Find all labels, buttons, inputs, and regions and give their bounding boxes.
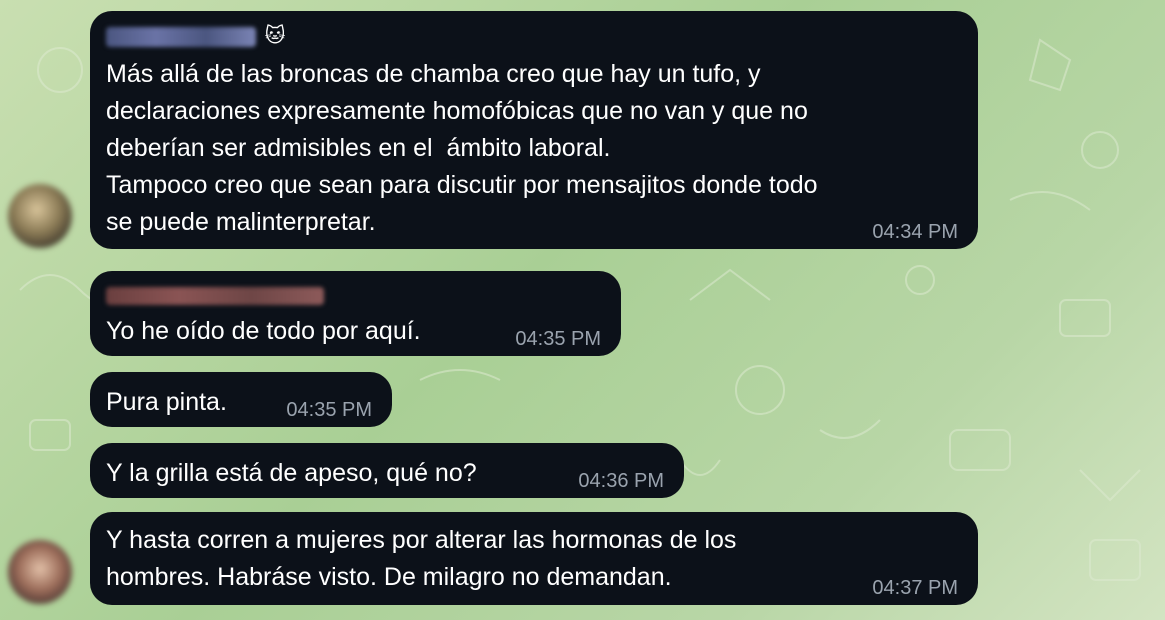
- sender-status-emoji: 🐱: [264, 25, 286, 47]
- sender-avatar[interactable]: [8, 540, 72, 604]
- message-text: Y hasta corren a mujeres por alterar las…: [106, 526, 737, 591]
- message-timestamp: 04:36 PM: [578, 470, 664, 492]
- message-bubble[interactable]: Yo he oído de todo por aquí. 04:35 PM: [90, 271, 621, 356]
- message-text: Más allá de las broncas de chamba creo q…: [106, 60, 818, 236]
- message-timestamp: 04:34 PM: [872, 221, 958, 243]
- sender-avatar[interactable]: [8, 184, 72, 248]
- message-timestamp: 04:35 PM: [515, 328, 601, 350]
- message-text: Pura pinta.: [106, 388, 227, 416]
- sender-name-redacted[interactable]: [106, 27, 256, 47]
- message-text: Y la grilla está de apeso, qué no?: [106, 459, 477, 487]
- message-timestamp: 04:37 PM: [872, 577, 958, 599]
- message-bubble[interactable]: 🐱 Más allá de las broncas de chamba creo…: [90, 11, 978, 249]
- message-bubble[interactable]: Y hasta corren a mujeres por alterar las…: [90, 512, 978, 605]
- message-bubble[interactable]: Y la grilla está de apeso, qué no? 04:36…: [90, 443, 684, 498]
- message-timestamp: 04:35 PM: [286, 399, 372, 421]
- sender-name-redacted[interactable]: [106, 287, 324, 305]
- message-text: Yo he oído de todo por aquí.: [106, 317, 421, 345]
- message-bubble[interactable]: Pura pinta. 04:35 PM: [90, 372, 392, 427]
